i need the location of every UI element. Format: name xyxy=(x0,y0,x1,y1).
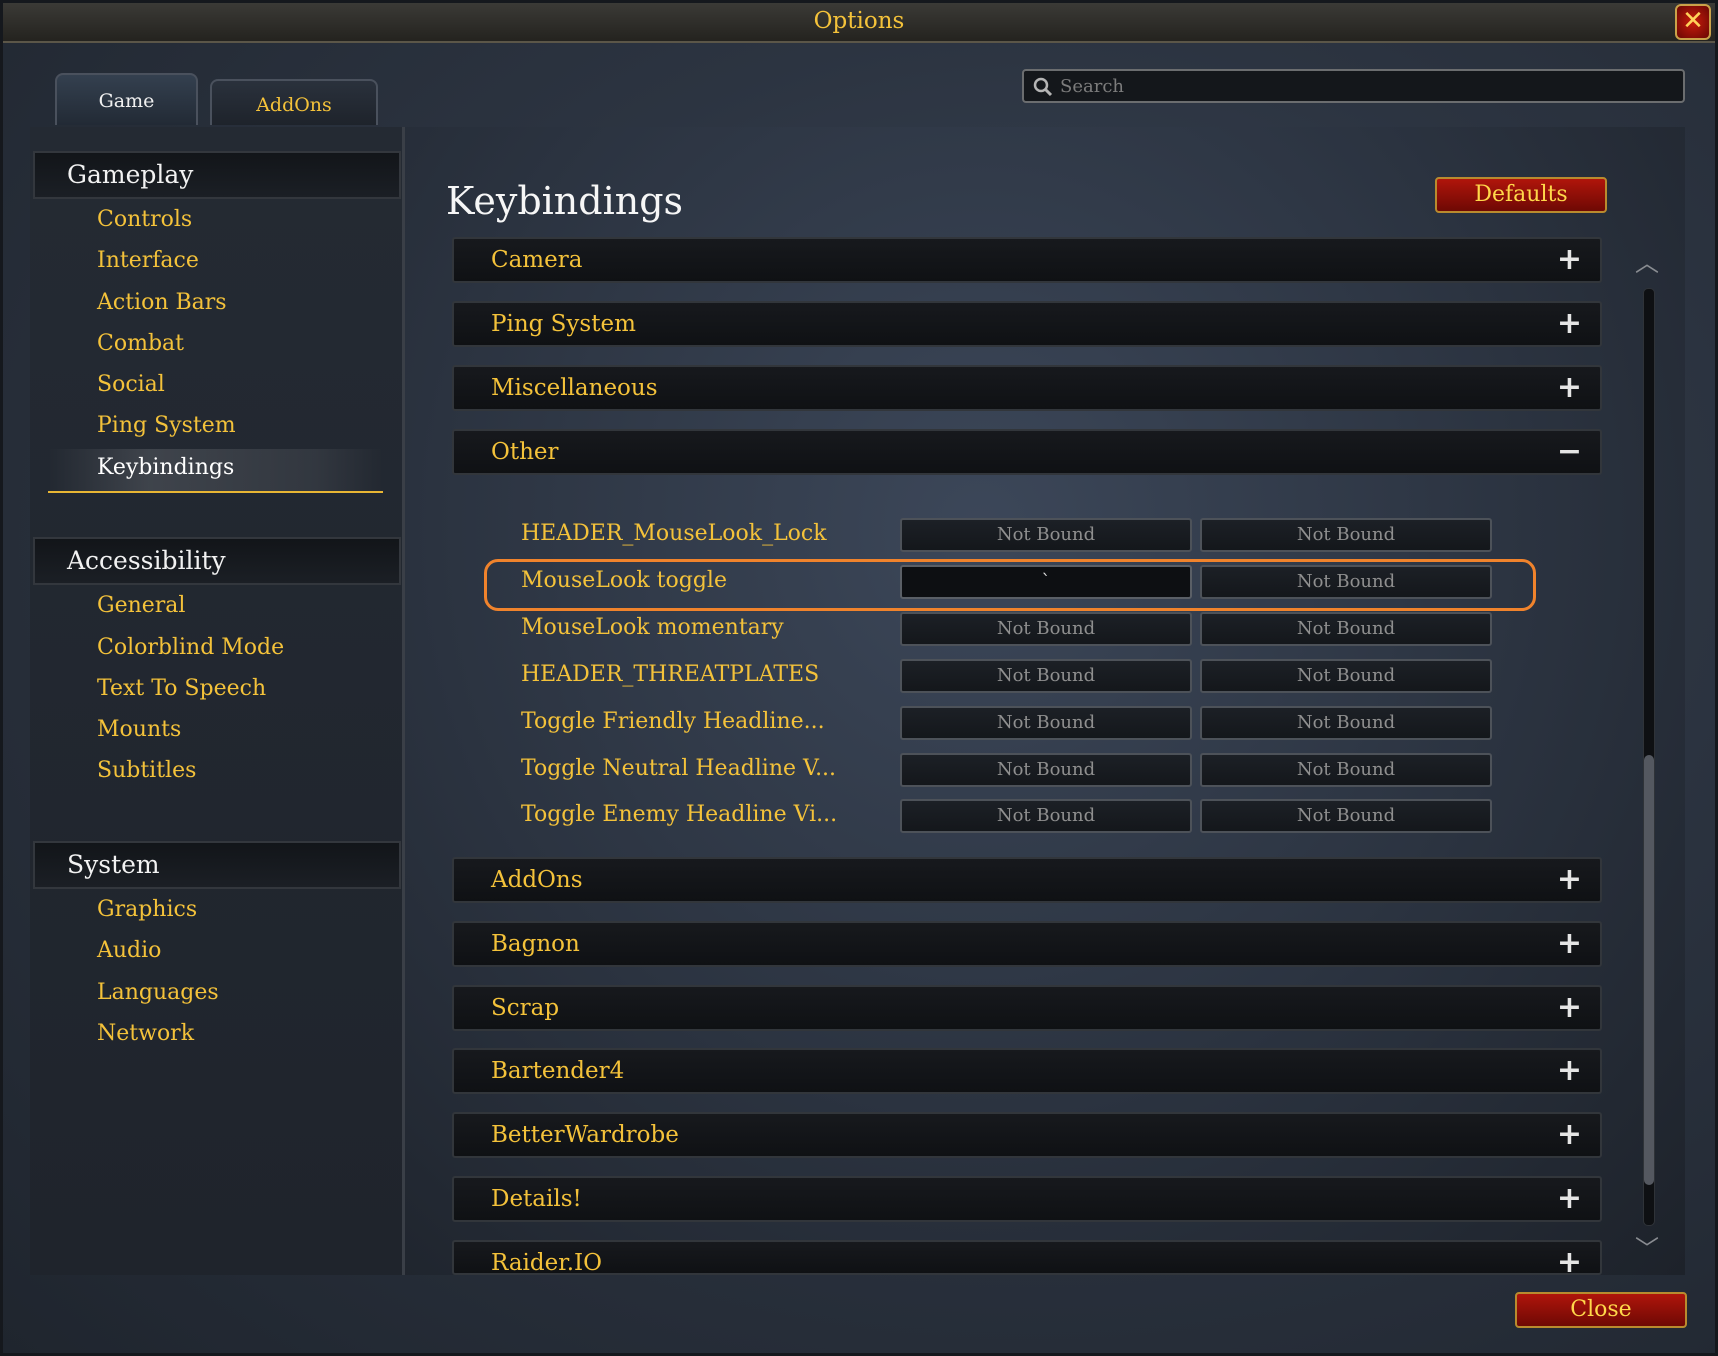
sidebar-item-action-bars[interactable]: Action Bars xyxy=(97,288,227,318)
binding-key2-button[interactable]: Not Bound xyxy=(1200,753,1492,787)
section-ping-system[interactable]: Ping System + xyxy=(452,301,1602,347)
plus-icon[interactable]: + xyxy=(1557,367,1582,409)
sidebar-category-system: System xyxy=(33,841,401,889)
sidebar-item-general[interactable]: General xyxy=(97,591,185,621)
binding-key2-button[interactable]: Not Bound xyxy=(1200,612,1492,646)
section-label: Bagnon xyxy=(491,931,580,957)
scroll-up-icon[interactable]: ︿ xyxy=(1635,243,1659,278)
sidebar-item-controls[interactable]: Controls xyxy=(97,205,192,235)
sidebar-category-gameplay: Gameplay xyxy=(33,151,401,199)
section-scrap[interactable]: Scrap + xyxy=(452,985,1602,1031)
sidebar-item-combat[interactable]: Combat xyxy=(97,329,184,359)
plus-icon[interactable]: + xyxy=(1557,859,1582,901)
window-title: Options xyxy=(813,8,905,34)
close-icon[interactable]: ✕ xyxy=(1675,4,1711,40)
sidebar-item-ping-system[interactable]: Ping System xyxy=(97,411,236,441)
page-title: Keybindings xyxy=(446,179,684,223)
plus-icon[interactable]: + xyxy=(1557,303,1582,345)
section-label: Other xyxy=(491,439,559,465)
sidebar-item-subtitles[interactable]: Subtitles xyxy=(97,756,196,786)
binding-key1-button[interactable]: Not Bound xyxy=(900,706,1192,740)
binding-key1-button[interactable]: Not Bound xyxy=(900,518,1192,552)
plus-icon[interactable]: + xyxy=(1557,1178,1582,1220)
plus-icon[interactable]: + xyxy=(1557,239,1582,281)
scroll-down-icon[interactable]: ﹀ xyxy=(1635,1229,1659,1264)
section-miscellaneous[interactable]: Miscellaneous + xyxy=(452,365,1602,411)
section-label: Miscellaneous xyxy=(491,375,658,401)
minus-icon[interactable]: − xyxy=(1557,431,1582,473)
binding-label: Toggle Friendly Headline... xyxy=(521,709,825,734)
sidebar-item-colorblind-mode[interactable]: Colorblind Mode xyxy=(97,633,284,663)
section-bartender4[interactable]: Bartender4 + xyxy=(452,1048,1602,1094)
plus-icon[interactable]: + xyxy=(1557,1050,1582,1092)
scrollbar-thumb[interactable] xyxy=(1644,755,1654,1185)
section-raiderio[interactable]: Raider.IO + xyxy=(452,1240,1602,1275)
binding-label: Toggle Enemy Headline Vi... xyxy=(521,802,838,827)
plus-icon[interactable]: + xyxy=(1557,1242,1582,1273)
binding-key1-button[interactable]: ` xyxy=(900,565,1192,599)
binding-label: MouseLook toggle xyxy=(521,568,727,593)
main-panel xyxy=(405,127,1685,1275)
close-button[interactable]: Close xyxy=(1515,1292,1687,1328)
plus-icon[interactable]: + xyxy=(1557,923,1582,965)
binding-key1-button[interactable]: Not Bound xyxy=(900,659,1192,693)
binding-key2-button[interactable]: Not Bound xyxy=(1200,659,1492,693)
sidebar-item-audio[interactable]: Audio xyxy=(97,936,161,966)
search-box[interactable] xyxy=(1022,69,1685,103)
section-label: Details! xyxy=(491,1186,582,1212)
sidebar-item-graphics[interactable]: Graphics xyxy=(97,895,197,925)
binding-key2-button[interactable]: Not Bound xyxy=(1200,799,1492,833)
sidebar-item-social[interactable]: Social xyxy=(97,370,165,400)
sidebar-item-interface[interactable]: Interface xyxy=(97,246,199,276)
binding-label: Toggle Neutral Headline V... xyxy=(521,756,837,781)
binding-label: MouseLook momentary xyxy=(521,615,784,640)
sidebar-item-mounts[interactable]: Mounts xyxy=(97,715,181,745)
sidebar-item-text-to-speech[interactable]: Text To Speech xyxy=(97,674,266,704)
section-label: Ping System xyxy=(491,311,636,337)
section-label: Scrap xyxy=(491,995,560,1021)
section-label: Camera xyxy=(491,247,583,273)
binding-key2-button[interactable]: Not Bound xyxy=(1200,565,1492,599)
scrollbar-track[interactable] xyxy=(1643,288,1655,1226)
section-addons[interactable]: AddOns + xyxy=(452,857,1602,903)
section-label: Raider.IO xyxy=(491,1250,602,1275)
plus-icon[interactable]: + xyxy=(1557,1114,1582,1156)
section-camera[interactable]: Camera + xyxy=(452,237,1602,283)
sidebar-item-network[interactable]: Network xyxy=(97,1019,194,1049)
tab-game[interactable]: Game xyxy=(55,73,198,125)
search-input[interactable] xyxy=(1060,71,1660,101)
binding-key2-button[interactable]: Not Bound xyxy=(1200,518,1492,552)
section-label: AddOns xyxy=(491,867,583,893)
section-bagnon[interactable]: Bagnon + xyxy=(452,921,1602,967)
binding-key2-button[interactable]: Not Bound xyxy=(1200,706,1492,740)
plus-icon[interactable]: + xyxy=(1557,987,1582,1029)
section-label: BetterWardrobe xyxy=(491,1122,679,1148)
section-details[interactable]: Details! + xyxy=(452,1176,1602,1222)
sidebar-category-accessibility: Accessibility xyxy=(33,537,401,585)
binding-key1-button[interactable]: Not Bound xyxy=(900,612,1192,646)
tab-addons[interactable]: AddOns xyxy=(210,79,378,125)
binding-label: HEADER_THREATPLATES xyxy=(521,662,820,687)
options-window: Options ✕ Game AddOns Gameplay Controls … xyxy=(0,0,1718,1356)
binding-key1-button[interactable]: Not Bound xyxy=(900,753,1192,787)
sidebar-item-languages[interactable]: Languages xyxy=(97,978,219,1008)
search-icon xyxy=(1033,77,1053,97)
sidebar-item-keybindings[interactable]: Keybindings xyxy=(97,453,234,483)
title-bar: Options xyxy=(3,3,1715,43)
section-label: Bartender4 xyxy=(491,1058,625,1084)
section-other[interactable]: Other − xyxy=(452,429,1602,475)
defaults-button[interactable]: Defaults xyxy=(1435,177,1607,213)
section-betterwardrobe[interactable]: BetterWardrobe + xyxy=(452,1112,1602,1158)
binding-key1-button[interactable]: Not Bound xyxy=(900,799,1192,833)
binding-label: HEADER_MouseLook_Lock xyxy=(521,521,827,546)
